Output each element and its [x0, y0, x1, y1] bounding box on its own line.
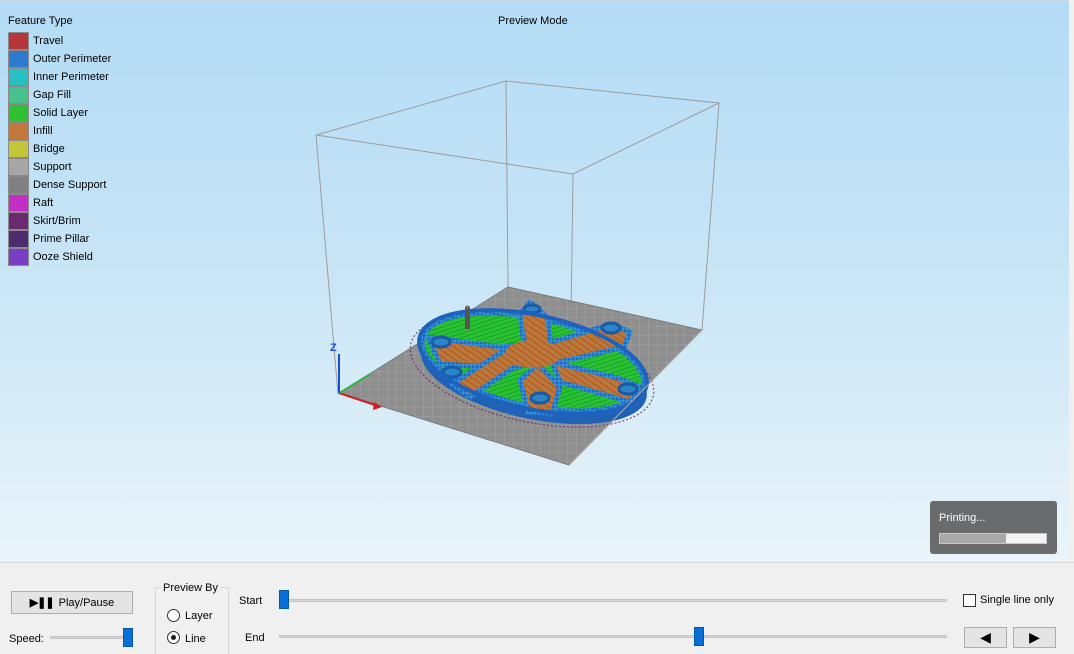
line-radio-label[interactable]: Line [185, 633, 206, 645]
single-line-checkbox[interactable] [963, 594, 976, 607]
end-label: End [245, 632, 265, 644]
start-slider-track[interactable] [279, 599, 947, 602]
speed-slider-thumb[interactable] [123, 628, 133, 647]
play-pause-button[interactable]: ▶❚❚ Play/Pause [11, 591, 133, 614]
z-axis-label: Z [330, 342, 337, 354]
play-pause-icon: ▶❚❚ [29, 597, 55, 609]
end-slider-thumb[interactable] [693, 627, 704, 646]
start-slider-thumb[interactable] [279, 590, 289, 609]
printing-status-text: Printing... [939, 512, 986, 524]
printing-progress-bar [939, 533, 1047, 544]
layer-radio-label[interactable]: Layer [185, 610, 213, 622]
previous-button[interactable]: ◀ [964, 627, 1007, 648]
right-edge [1069, 0, 1074, 562]
preview-by-label: Preview By [161, 582, 221, 594]
speed-slider-track[interactable] [50, 636, 132, 639]
line-radio[interactable] [167, 631, 180, 644]
playback-controls: ▶❚❚ Play/Pause Speed: Preview By Layer L… [0, 562, 1074, 654]
print-preview-scene[interactable]: Z [0, 2, 1069, 562]
end-slider-track[interactable] [279, 635, 947, 638]
triangle-right-icon: ▶ [1029, 629, 1040, 645]
printing-status-toast: Printing... [930, 501, 1057, 554]
start-label: Start [239, 595, 263, 607]
speed-label: Speed: [9, 633, 44, 645]
play-pause-label: Play/Pause [58, 596, 115, 609]
triangle-left-icon: ◀ [980, 629, 991, 645]
printing-progress-fill [940, 534, 1006, 543]
layer-radio[interactable] [167, 609, 180, 622]
next-button[interactable]: ▶ [1013, 627, 1056, 648]
preview-viewport[interactable]: Feature Type Travel Outer Perimeter Inner … [0, 0, 1069, 562]
single-line-label[interactable]: Single line only [980, 594, 1054, 606]
